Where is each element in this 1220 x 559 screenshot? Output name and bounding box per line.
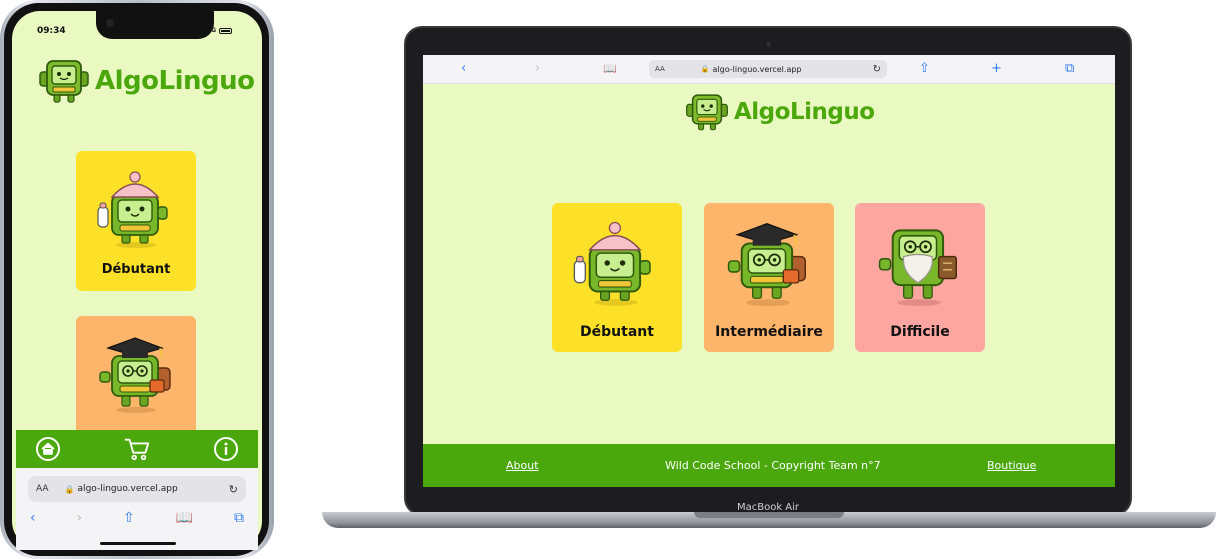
baby-robot-icon — [97, 171, 168, 248]
footer-shop-link[interactable]: Boutique — [987, 459, 1036, 472]
cart-icon[interactable] — [123, 435, 151, 463]
phone-safari-toolbar: AA 🔒 algo-linguo.vercel.app ↻ ‹ › ⇧ 📖 ⧉ — [16, 468, 258, 550]
laptop-hinge-notch — [694, 512, 844, 518]
laptop-camera — [766, 42, 771, 47]
footer-about-link[interactable]: About — [506, 459, 539, 472]
phone-bottom-nav — [16, 430, 258, 468]
back-icon[interactable]: ‹ — [30, 510, 36, 526]
network-label: 5G — [207, 27, 217, 34]
tabs-icon[interactable]: ⧉ — [234, 510, 244, 526]
level-card-debutant[interactable]: Débutant — [76, 151, 196, 291]
wizard-robot-icon — [878, 229, 958, 306]
home-icon[interactable] — [34, 435, 62, 463]
battery-icon — [219, 27, 233, 34]
signal-icon — [196, 27, 204, 34]
level-card-intermediaire[interactable] — [76, 316, 196, 430]
laptop-safari-toolbar: ‹ › 📖 AA 🔒 algo-linguo.vercel.app ↻ ⇧ + … — [423, 55, 1115, 84]
laptop-brand-logo[interactable]: AlgoLinguo — [685, 92, 875, 132]
reload-icon[interactable]: ↻ — [873, 64, 881, 75]
reader-aa-button[interactable]: AA — [655, 65, 665, 73]
laptop-screen: ‹ › 📖 AA 🔒 algo-linguo.vercel.app ↻ ⇧ + … — [423, 55, 1115, 487]
level-card-debutant[interactable]: Débutant — [552, 203, 682, 352]
status-indicators: 5G — [196, 27, 233, 34]
phone-address-bar[interactable]: AA 🔒 algo-linguo.vercel.app ↻ — [28, 476, 246, 502]
reader-aa-button[interactable]: AA — [36, 484, 49, 494]
phone-brand-logo[interactable]: AlgoLinguo — [38, 58, 255, 104]
phone-safari-nav: ‹ › ⇧ 📖 ⧉ — [24, 510, 250, 526]
level-label: Difficile — [890, 324, 950, 340]
share-icon[interactable]: ⇧ — [919, 61, 930, 76]
baby-robot-icon — [573, 221, 651, 306]
new-tab-icon[interactable]: + — [991, 61, 1002, 76]
brand-name: AlgoLinguo — [734, 99, 875, 125]
lock-icon: 🔒 — [64, 484, 75, 494]
footer-copyright: Wild Code School - Copyright Team n°7 — [665, 459, 881, 472]
phone-camera — [106, 19, 114, 27]
graduate-robot-icon — [99, 337, 171, 413]
phone-notch — [96, 11, 214, 39]
robot-logo-icon — [39, 60, 89, 103]
bookmarks-icon[interactable]: 📖 — [603, 62, 617, 75]
forward-icon[interactable]: › — [77, 510, 83, 526]
level-card-intermediaire[interactable]: Intermédiaire — [704, 203, 834, 352]
home-indicator — [100, 542, 176, 545]
share-icon[interactable]: ⇧ — [123, 510, 135, 526]
tabs-icon[interactable]: ⧉ — [1065, 61, 1074, 76]
url-text: algo-linguo.vercel.app — [77, 484, 178, 494]
info-icon[interactable] — [212, 435, 240, 463]
url-text: algo-linguo.vercel.app — [712, 64, 802, 74]
level-label: Intermédiaire — [715, 324, 823, 340]
site-footer: About Wild Code School - Copyright Team … — [423, 444, 1115, 487]
laptop-chin — [423, 487, 1115, 503]
forward-icon[interactable]: › — [535, 61, 540, 76]
bookmarks-icon[interactable]: 📖 — [176, 510, 193, 526]
level-label: Débutant — [580, 324, 654, 340]
level-card-difficile[interactable]: Difficile — [855, 203, 985, 352]
brand-name: AlgoLinguo — [95, 66, 255, 96]
robot-logo-icon — [686, 94, 728, 131]
back-icon[interactable]: ‹ — [461, 61, 466, 76]
level-label: Débutant — [101, 262, 171, 277]
laptop-address-bar[interactable]: AA 🔒 algo-linguo.vercel.app ↻ — [649, 60, 887, 78]
lock-icon: 🔒 — [700, 65, 710, 73]
reload-icon[interactable]: ↻ — [229, 483, 238, 496]
status-time: 09:34 — [37, 26, 66, 36]
graduate-robot-icon — [727, 223, 807, 306]
